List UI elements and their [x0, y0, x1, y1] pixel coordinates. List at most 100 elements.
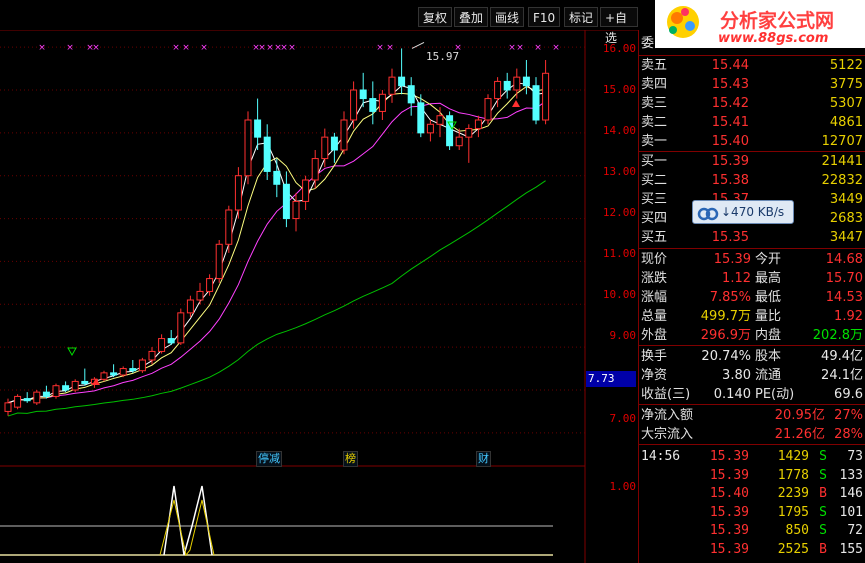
- candle-body: [388, 76, 396, 95]
- tick-count: 72: [847, 523, 863, 538]
- mark-button[interactable]: 标记: [564, 7, 599, 27]
- fund-flow-row: 大宗流入 21.26亿 28%: [639, 425, 865, 444]
- network-speed-text: ↓470 KB/s: [721, 205, 785, 219]
- sell-level-row[interactable]: 卖四 15.43 3775: [639, 75, 865, 94]
- stat-label: 现价: [641, 252, 668, 267]
- signal-marker: ×: [516, 43, 524, 53]
- fundamental-value: 49.4亿: [821, 349, 863, 364]
- news-tag[interactable]: 榜: [343, 451, 358, 467]
- tick-row: 15.39 850 S 72: [639, 522, 865, 540]
- tick-side: S: [819, 467, 827, 483]
- candle-body: [522, 76, 530, 87]
- tick-side: S: [819, 449, 827, 464]
- candle-body: [215, 243, 223, 280]
- sell-level-row[interactable]: 卖三 15.42 5307: [639, 94, 865, 113]
- tick-price: 15.39: [709, 541, 749, 557]
- price-tick-label: 14.00: [602, 124, 636, 137]
- candle-body: [311, 158, 319, 181]
- candle-body: [244, 119, 252, 177]
- price-tick-label: 9.00: [609, 329, 637, 342]
- max-price-pointer: [411, 41, 425, 49]
- candle-body: [110, 372, 118, 376]
- fundamental-row: 收益(三) 0.140 PE(动) 69.6: [639, 385, 865, 404]
- current-price-tag: 7.73: [586, 371, 636, 387]
- sell-level-label: 卖一: [641, 134, 668, 149]
- add-watchlist-button[interactable]: +自选: [600, 7, 638, 45]
- sell-level-price: 15.41: [711, 115, 749, 130]
- tick-volume: 1795: [777, 504, 809, 520]
- stat-value: 202.8万: [812, 328, 863, 343]
- news-tag[interactable]: 财: [476, 451, 491, 467]
- stat-label: 最高: [755, 271, 782, 286]
- tick-count: 101: [839, 504, 863, 520]
- stat-row: 总量 499.7万 量比 1.92: [639, 307, 865, 326]
- candle-body: [484, 98, 492, 121]
- candle-body: [148, 350, 156, 361]
- candle-body: [532, 85, 540, 121]
- k-line-chart[interactable]: × × ×× × × × ×× × ×× × × × × × × × ×: [0, 30, 638, 563]
- buy-level-row[interactable]: 买五 15.35 3447: [639, 228, 865, 247]
- stat-value: 1.12: [722, 271, 751, 286]
- stat-value: 7.85%: [709, 290, 751, 305]
- sell-level-label: 卖三: [641, 96, 668, 111]
- sell-level-row[interactable]: 卖二 15.41 4861: [639, 113, 865, 132]
- fund-flow-pct: 27%: [834, 408, 863, 423]
- tick-volume: 850: [785, 523, 809, 538]
- tick-row: 15.39 2525 B 155: [639, 541, 865, 559]
- candle-body: [378, 93, 386, 112]
- fund-flow-pct: 28%: [834, 427, 863, 442]
- stock-chart-window: 复权 叠加 画线 F10 标记 +自选 × × × × × × × × × × × × × × × × × × × ×…: [0, 0, 865, 563]
- buy-level-volume: 3447: [829, 230, 863, 245]
- tick-volume: 1429: [777, 449, 809, 464]
- signal-marker: ×: [534, 43, 542, 53]
- buy-level-row[interactable]: 买二 15.38 22832: [639, 171, 865, 190]
- stat-row: 现价 15.39 今开 14.68: [639, 250, 865, 269]
- indicator-spike: [163, 485, 213, 556]
- overlay-button[interactable]: 叠加: [454, 7, 489, 27]
- fundamental-value: 3.80: [722, 368, 751, 383]
- buy-level-volume: 3449: [829, 192, 863, 207]
- signal-marker: ×: [38, 43, 46, 53]
- stat-label: 总量: [641, 309, 668, 324]
- draw-line-button[interactable]: 画线: [490, 7, 525, 27]
- signal-marker: ×: [172, 43, 180, 53]
- stat-row: 涨跌 1.12 最高 15.70: [639, 269, 865, 288]
- candle-body: [426, 123, 434, 134]
- quote-panel: 委比 卖五 15.44 5122 卖四 15.43 3775 卖三 15.42 …: [638, 30, 865, 563]
- price-tick-label: 10.00: [602, 288, 636, 301]
- stat-row: 涨幅 7.85% 最低 14.53: [639, 288, 865, 307]
- signal-marker: ×: [280, 43, 288, 53]
- adjust-button[interactable]: 复权: [418, 7, 453, 27]
- chart-toolbar: 复权 叠加 画线 F10 标记 +自选: [0, 0, 638, 45]
- tick-side: S: [819, 523, 827, 538]
- candle-body: [254, 119, 262, 138]
- stat-label: 量比: [755, 309, 782, 324]
- sell-level-row[interactable]: 卖五 15.44 5122: [639, 56, 865, 75]
- sell-level-row[interactable]: 卖一 15.40 12707: [639, 132, 865, 151]
- candle-body: [177, 312, 185, 344]
- news-tag[interactable]: 停减: [256, 451, 282, 467]
- tick-volume: 2525: [777, 541, 809, 557]
- indicator-tick-label: 1.00: [609, 480, 637, 493]
- candle-body: [273, 170, 281, 185]
- stat-value: 14.68: [825, 252, 863, 267]
- price-tick-label: 16.00: [602, 42, 636, 55]
- candle-body: [302, 179, 310, 202]
- signal-marker: ×: [552, 43, 560, 53]
- ma20-line: [7, 100, 546, 404]
- f10-button[interactable]: F10: [528, 7, 561, 27]
- tick-price: 15.39: [709, 467, 749, 483]
- stat-row: 外盘 296.9万 内盘 202.8万: [639, 326, 865, 345]
- buy-level-row[interactable]: 买一 15.39 21441: [639, 152, 865, 171]
- stat-value: 499.7万: [700, 309, 751, 324]
- tick-side: B: [819, 486, 827, 501]
- buy-level-volume: 2683: [829, 211, 863, 226]
- candle-body: [513, 76, 521, 91]
- stat-label: 最低: [755, 290, 782, 305]
- signal-marker: ×: [386, 43, 394, 53]
- stat-value: 296.9万: [700, 328, 751, 343]
- network-speed-widget[interactable]: ↓470 KB/s: [692, 200, 794, 224]
- sell-level-volume: 12707: [821, 134, 863, 149]
- tick-side: S: [819, 504, 827, 520]
- candle-body: [330, 136, 338, 151]
